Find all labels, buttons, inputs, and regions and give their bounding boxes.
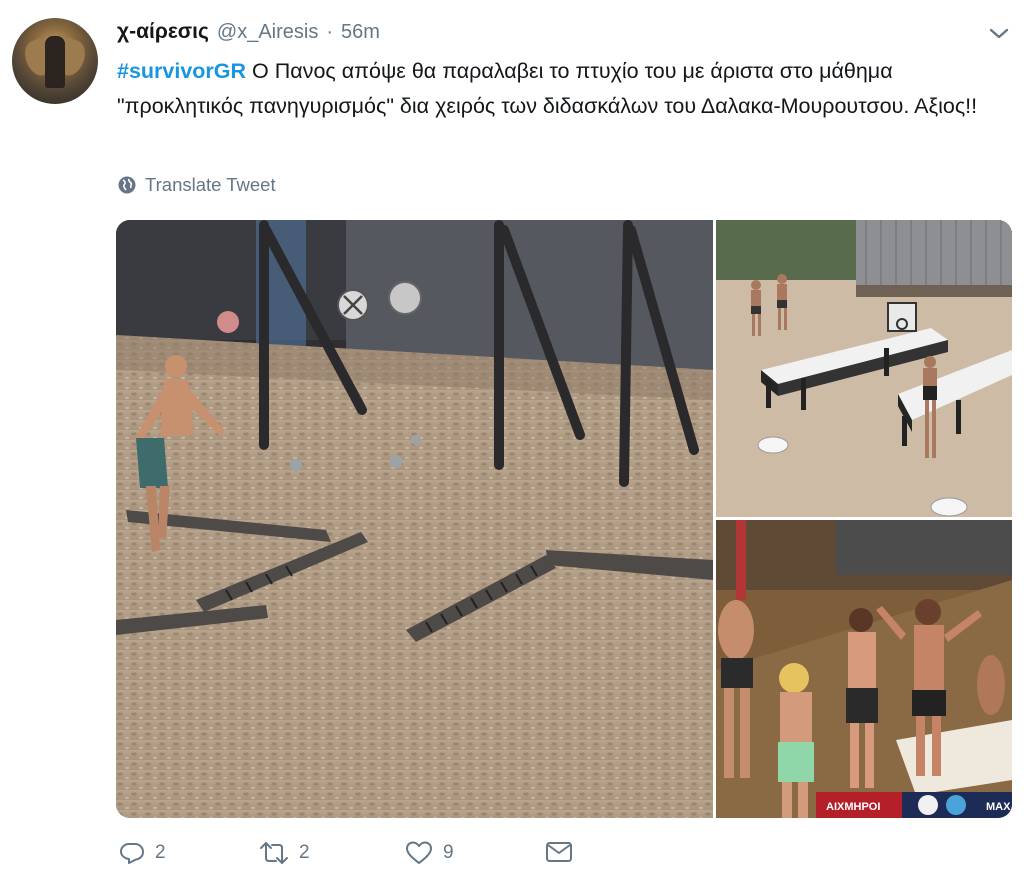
tweet-actions: 2 2 9 (117, 840, 617, 876)
scoreboard-right-label: ΜΑΧ (986, 801, 1011, 813)
reply-count: 2 (155, 842, 166, 863)
tweet-header: χ-αίρεσις @x_Airesis · 56m (117, 20, 380, 46)
media-photo-overhead[interactable] (716, 220, 1012, 517)
media-photo-main[interactable] (116, 220, 713, 818)
tweet-text: #survivorGR Ο Πανος απόψε θα παραλαβει τ… (117, 54, 1007, 124)
heart-icon (406, 841, 432, 864)
retweet-button[interactable]: 2 (259, 840, 310, 866)
avatar-figure (45, 36, 65, 88)
photo-overhead-arena (716, 220, 1012, 517)
photo-celebration: ΑΙΧΜΗΡΟΙ ΜΑΧ (716, 520, 1012, 818)
direct-message-button[interactable] (545, 840, 573, 864)
media-grid: ΑΙΧΜΗΡΟΙ ΜΑΧ (116, 220, 1012, 818)
reply-button[interactable]: 2 (119, 840, 166, 866)
scoreboard-left-label: ΑΙΧΜΗΡΟΙ (826, 801, 880, 813)
photo-sand-arena (116, 220, 713, 818)
like-button[interactable]: 9 (405, 840, 454, 866)
chevron-down-icon (989, 28, 1009, 39)
tweet: χ-αίρεσις @x_Airesis · 56m #survivorGR Ο… (0, 0, 1024, 882)
mail-icon (546, 842, 572, 862)
avatar[interactable] (12, 18, 98, 104)
reply-icon (120, 843, 144, 864)
more-options-button[interactable] (986, 22, 1012, 44)
translate-tweet-link[interactable]: Translate Tweet (117, 174, 276, 196)
globe-icon (118, 176, 136, 194)
retweet-icon (260, 842, 288, 864)
hashtag-link[interactable]: #survivorGR (117, 59, 246, 83)
author-name[interactable]: χ-αίρεσις (117, 20, 209, 44)
like-count: 9 (443, 842, 454, 863)
separator-dot: · (326, 21, 334, 43)
retweet-count: 2 (299, 842, 310, 863)
tweet-body: Ο Πανος απόψε θα παραλαβει το πτυχίο του… (117, 59, 978, 118)
translate-label: Translate Tweet (145, 174, 276, 195)
author-handle[interactable]: @x_Airesis (217, 21, 318, 44)
media-photo-celebration[interactable]: ΑΙΧΜΗΡΟΙ ΜΑΧ (716, 520, 1012, 818)
timestamp[interactable]: 56m (341, 21, 380, 44)
